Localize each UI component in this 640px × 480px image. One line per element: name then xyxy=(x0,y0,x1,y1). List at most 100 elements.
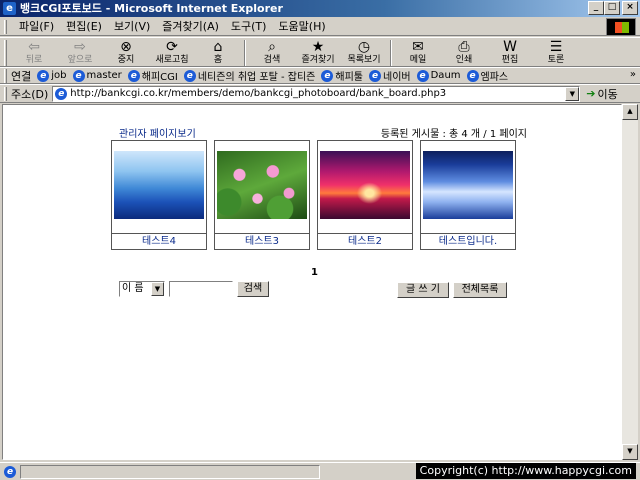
photo-card: 테스트4 xyxy=(111,140,207,250)
menu-tools[interactable]: 도구(T) xyxy=(225,19,273,35)
menu-grip[interactable] xyxy=(4,19,7,34)
search-submit-button[interactable]: 검색 xyxy=(237,281,269,297)
ie-page-icon: e xyxy=(55,87,68,100)
link-empas[interactable]: e 엠파스 xyxy=(466,68,508,83)
links-label: 연결 xyxy=(11,69,32,83)
ie-page-icon: e xyxy=(369,69,381,82)
ie-page-icon: e xyxy=(37,69,50,82)
windows-logo-icon xyxy=(606,18,636,36)
mail-icon: ✉ xyxy=(412,39,424,55)
photo-title[interactable]: 테스트4 xyxy=(112,233,206,249)
post-count: 등록된 게시물 : 총 4 개 / 1 페이지 xyxy=(380,129,527,140)
link-master[interactable]: e master xyxy=(72,69,122,82)
home-icon: ⌂ xyxy=(213,39,223,55)
stop-button[interactable]: ⊗ 중지 xyxy=(103,38,149,68)
toolbar-separator xyxy=(244,40,246,66)
ie-page-icon: e xyxy=(183,69,196,82)
write-post-button[interactable]: 글 쓰 기 xyxy=(397,282,449,298)
history-button[interactable]: ◷ 목록보기 xyxy=(341,38,387,68)
link-jobtizen[interactable]: e 네티즌의 취업 포탈 - 잡티즌 xyxy=(183,68,315,83)
link-job[interactable]: e job xyxy=(37,69,67,82)
standard-toolbar: ⇦ 뒤로 ⇨ 앞으로 ⊗ 중지 ⟳ 새로고침 ⌂ 홈 ⌕ 검색 ★ 즐겨찾기 ◷ xyxy=(0,37,640,67)
toolbar-separator xyxy=(390,40,392,66)
board-actions: 글 쓰 기 전체목록 xyxy=(397,282,507,298)
go-arrow-icon: ➔ xyxy=(586,87,596,100)
back-arrow-icon: ⇦ xyxy=(28,39,40,55)
discuss-button[interactable]: ☰ 토론 xyxy=(533,38,579,68)
menu-help[interactable]: 도움말(H) xyxy=(272,19,331,35)
photo-card: 테스트입니다. xyxy=(420,140,516,250)
ie-page-icon: e xyxy=(72,69,85,82)
chevron-down-icon[interactable]: ▼ xyxy=(151,282,164,296)
minimize-button[interactable]: _ xyxy=(588,1,604,15)
ie-page-icon: e xyxy=(416,69,429,82)
forward-arrow-icon: ⇨ xyxy=(74,39,86,55)
photo-gallery: 테스트4 테스트3 테스트2 테스트입니다. xyxy=(111,140,516,250)
photo-title[interactable]: 테스트입니다. xyxy=(421,233,515,249)
browser-window: e 뱅크CGI포토보드 - Microsoft Internet Explore… xyxy=(0,0,640,480)
search-form: 이 름 ▼ 검색 xyxy=(119,281,269,297)
favorites-icon: ★ xyxy=(311,39,325,55)
photo-card: 테스트2 xyxy=(317,140,413,250)
vertical-scrollbar[interactable]: ▲ ▼ xyxy=(622,104,638,460)
address-grip[interactable] xyxy=(4,86,7,101)
photo-title[interactable]: 테스트2 xyxy=(318,233,412,249)
link-happycgi[interactable]: e 해피CGI xyxy=(127,68,178,83)
home-button[interactable]: ⌂ 홈 xyxy=(195,38,241,68)
links-grip[interactable] xyxy=(4,68,7,83)
toolbar-grip[interactable] xyxy=(4,40,7,66)
address-label: 주소(D) xyxy=(11,87,49,101)
back-button[interactable]: ⇦ 뒤로 xyxy=(11,38,57,68)
status-panel xyxy=(20,464,320,479)
copyright-text: Copyright(c) http://www.happycgi.com xyxy=(415,463,636,479)
links-bar: 연결 e job e master e 해피CGI e 네티즌의 취업 포탈 - 잡티즌… xyxy=(0,67,640,84)
address-dropdown-button[interactable]: ▼ xyxy=(565,86,580,101)
ie-page-icon: e xyxy=(466,69,479,82)
board-header: 관리자 페이지보기 등록된 게시물 : 총 4 개 / 1 페이지 xyxy=(119,125,527,140)
photo-thumbnail-mountains[interactable] xyxy=(114,151,204,219)
photo-thumbnail-waterfall[interactable] xyxy=(423,151,513,219)
photo-card: 테스트3 xyxy=(214,140,310,250)
full-list-button[interactable]: 전체목록 xyxy=(453,282,507,298)
links-more-button[interactable]: » xyxy=(630,69,636,80)
address-url[interactable]: http://bankcgi.co.kr/members/demo/bankcg… xyxy=(70,88,446,99)
ie-app-icon: e xyxy=(3,2,16,15)
photo-thumbnail-sunset[interactable] xyxy=(320,151,410,219)
address-input[interactable]: e http://bankcgi.co.kr/members/demo/bank… xyxy=(52,85,581,102)
menu-favorites[interactable]: 즐겨찾기(A) xyxy=(156,19,225,35)
window-title: 뱅크CGI포토보드 - Microsoft Internet Explorer xyxy=(20,2,283,15)
menu-edit[interactable]: 편집(E) xyxy=(60,19,108,35)
menu-file[interactable]: 파일(F) xyxy=(13,19,60,35)
menu-view[interactable]: 보기(V) xyxy=(108,19,156,35)
link-daum[interactable]: e Daum xyxy=(416,69,461,82)
close-button[interactable]: × xyxy=(622,1,638,15)
photo-thumbnail-lotus[interactable] xyxy=(217,151,307,219)
print-button[interactable]: ⎙ 인쇄 xyxy=(441,38,487,68)
page-content: 관리자 페이지보기 등록된 게시물 : 총 4 개 / 1 페이지 테스트4 테… xyxy=(2,104,622,460)
scroll-down-button[interactable]: ▼ xyxy=(622,444,638,460)
edit-button[interactable]: W 편집 xyxy=(487,38,533,68)
refresh-icon: ⟳ xyxy=(166,39,178,55)
go-button[interactable]: ➔ 이동 xyxy=(586,86,617,102)
search-icon: ⌕ xyxy=(268,39,276,55)
forward-button[interactable]: ⇨ 앞으로 xyxy=(57,38,103,68)
scroll-up-button[interactable]: ▲ xyxy=(622,104,638,120)
link-naver[interactable]: e 네이버 xyxy=(369,68,411,83)
print-icon: ⎙ xyxy=(458,39,470,55)
search-field-select[interactable]: 이 름 ▼ xyxy=(119,281,165,297)
page-number[interactable]: 1 xyxy=(311,267,318,278)
ie-page-icon: e xyxy=(321,69,334,82)
ie-page-icon: e xyxy=(4,465,16,478)
admin-page-link[interactable]: 관리자 페이지보기 xyxy=(119,125,196,140)
photo-title[interactable]: 테스트3 xyxy=(215,233,309,249)
maximize-button[interactable]: □ xyxy=(604,1,620,15)
search-button[interactable]: ⌕ 검색 xyxy=(249,38,295,68)
search-input[interactable] xyxy=(169,281,233,297)
refresh-button[interactable]: ⟳ 새로고침 xyxy=(149,38,195,68)
stop-icon: ⊗ xyxy=(120,39,132,55)
favorites-button[interactable]: ★ 즐겨찾기 xyxy=(295,38,341,68)
mail-button[interactable]: ✉ 메일 xyxy=(395,38,441,68)
link-happytool[interactable]: e 해피툴 xyxy=(321,68,363,83)
discuss-icon: ☰ xyxy=(549,39,563,55)
address-bar: 주소(D) e http://bankcgi.co.kr/members/dem… xyxy=(0,84,640,103)
